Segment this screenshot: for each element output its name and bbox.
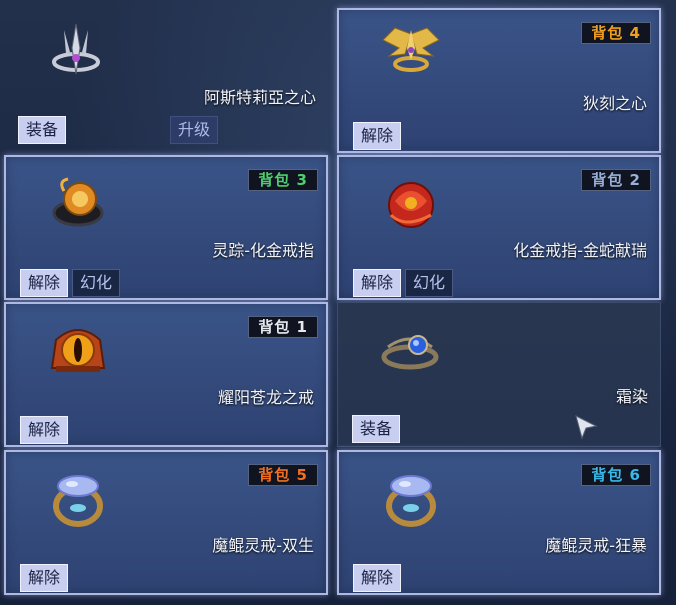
equip-button[interactable]: 装备 [352, 415, 400, 443]
bag-slot-badge: 背包 4 [581, 22, 651, 44]
bag-slot-badge: 背包 2 [581, 169, 651, 191]
mouse-cursor-icon [575, 415, 598, 440]
item-name: 魔鲲灵戒-双生 [212, 536, 314, 555]
red-serpent-ring-icon [388, 182, 434, 228]
item-name: 化金戒指-金蛇献瑞 [513, 241, 647, 260]
unequip-button[interactable]: 解除 [353, 122, 401, 150]
ring-slot-card[interactable]: 背包 1 耀阳苍龙之戒 解除 [4, 302, 328, 447]
equip-button[interactable]: 装备 [18, 116, 66, 144]
transmog-button[interactable]: 幻化 [72, 269, 120, 297]
item-name: 耀阳苍龙之戒 [217, 388, 314, 407]
opal-ring-icon [53, 475, 103, 527]
upgrade-button[interactable]: 升级 [170, 116, 218, 144]
dragon-eye-ring-icon [50, 329, 106, 372]
ring-slot-card[interactable]: 阿斯特莉亞之心 装备 升级 [4, 4, 328, 149]
bag-slot-badge: 背包 1 [248, 316, 318, 338]
trident-ring-icon [52, 23, 100, 75]
unequip-button[interactable]: 解除 [20, 564, 68, 592]
flame-band-ring-icon [52, 177, 104, 227]
unequip-button[interactable]: 解除 [20, 269, 68, 297]
transmog-button[interactable]: 幻化 [405, 269, 453, 297]
bag-slot-badge: 背包 3 [248, 169, 318, 191]
item-name: 霜染 [615, 387, 648, 406]
winged-ring-icon [382, 27, 440, 72]
item-name: 狄刻之心 [582, 94, 647, 113]
ring-slot-card[interactable]: 背包 6 魔鲲灵戒-狂暴 解除 [337, 450, 661, 595]
opal-ring-icon [386, 475, 436, 527]
ring-slot-card[interactable]: 背包 2 化金戒指-金蛇献瑞 解除 幻化 [337, 155, 661, 300]
ring-slot-card[interactable]: 霜染 装备 [337, 302, 661, 447]
ring-slot-card[interactable]: 背包 3 灵踪-化金戒指 解除 幻化 [4, 155, 328, 300]
frost-sapphire-ring-icon [381, 335, 439, 370]
unequip-button[interactable]: 解除 [353, 269, 401, 297]
unequip-button[interactable]: 解除 [353, 564, 401, 592]
ring-slot-card[interactable]: 背包 4 狄刻之心 解除 [337, 8, 661, 153]
bag-slot-badge: 背包 5 [248, 464, 318, 486]
bag-slot-badge: 背包 6 [581, 464, 651, 486]
ring-slot-card[interactable]: 背包 5 魔鲲灵戒-双生 解除 [4, 450, 328, 595]
ring-slot-grid: 阿斯特莉亞之心 装备 升级 背包 4 狄刻之心 解除 背包 3 灵踪-化金戒指 … [0, 0, 676, 605]
item-name: 魔鲲灵戒-狂暴 [545, 536, 647, 555]
item-name: 阿斯特莉亞之心 [203, 88, 316, 107]
unequip-button[interactable]: 解除 [20, 416, 68, 444]
item-name: 灵踪-化金戒指 [212, 241, 314, 260]
